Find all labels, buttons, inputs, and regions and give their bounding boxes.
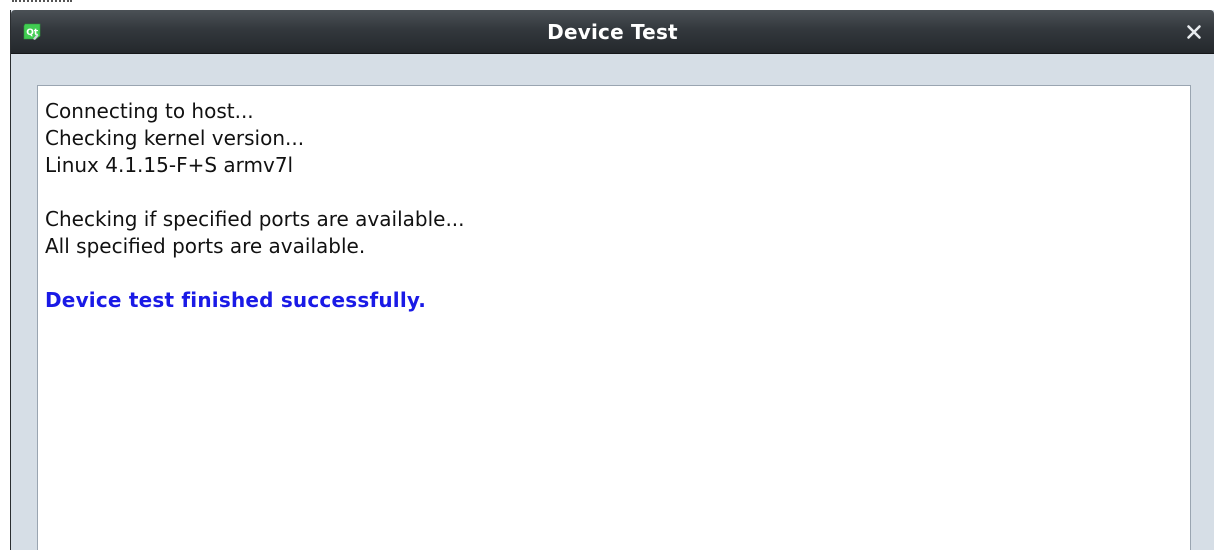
background-window-edge [12,0,72,6]
dialog-content: Connecting to host... Checking kernel ve… [11,54,1214,550]
device-test-dialog: Qt Device Test Connecting to host... Che… [10,10,1214,550]
log-line: All specified ports are available. [45,234,366,258]
log-line: Checking kernel version... [45,126,305,150]
title-bar[interactable]: Qt Device Test [11,10,1214,54]
window-title: Device Test [547,20,678,44]
test-output-log[interactable]: Connecting to host... Checking kernel ve… [37,85,1191,550]
success-message: Device test finished successfully. [45,288,427,312]
log-line: Linux 4.1.15-F+S armv7l [45,153,294,177]
log-line: Checking if specified ports are availabl… [45,207,465,231]
close-icon[interactable] [1182,20,1206,44]
log-blank-line [45,179,1183,206]
log-line: Connecting to host... [45,99,254,123]
log-blank-line [45,260,1183,287]
